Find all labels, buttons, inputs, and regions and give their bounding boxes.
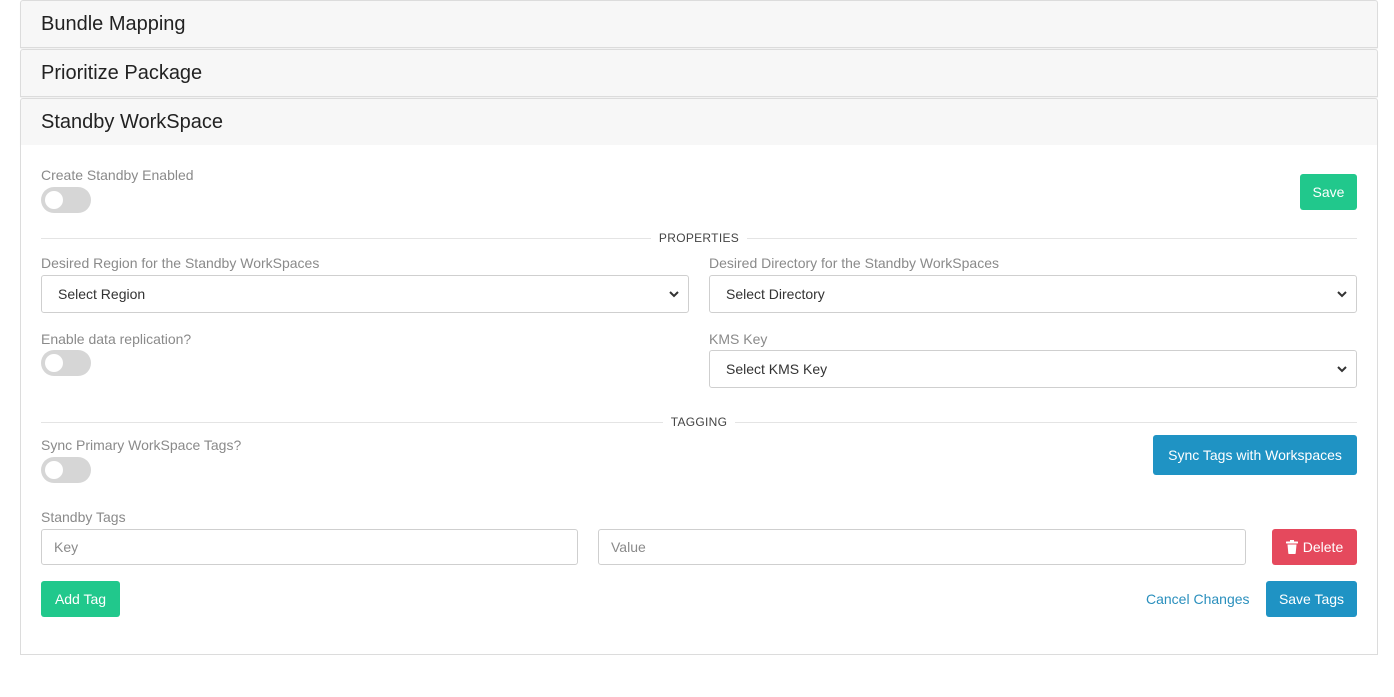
tagging-title: TAGGING: [670, 415, 728, 429]
trash-icon: [1285, 540, 1298, 554]
toggle-knob: [45, 191, 63, 209]
toggle-knob: [45, 461, 63, 479]
tagging-separator: TAGGING: [41, 415, 1357, 431]
kms-selected-value: Select KMS Key: [726, 361, 828, 377]
region-label: Desired Region for the Standby WorkSpace…: [41, 255, 320, 271]
tag-key-placeholder: Key: [54, 539, 79, 555]
sync-tags-toggle[interactable]: [41, 457, 91, 483]
accordion-title: Bundle Mapping: [41, 13, 186, 35]
accordion-title: Standby WorkSpace: [41, 111, 223, 133]
accordion-standby-workspace[interactable]: Standby WorkSpace: [20, 98, 1378, 146]
kms-label: KMS Key: [709, 331, 768, 347]
tag-value-placeholder: Value: [611, 539, 646, 555]
delete-tag-button[interactable]: Delete: [1272, 529, 1357, 565]
create-standby-label: Create Standby Enabled: [41, 167, 194, 183]
accordion-bundle-mapping[interactable]: Bundle Mapping: [20, 0, 1378, 48]
region-select[interactable]: Select Region: [41, 275, 689, 313]
region-selected-value: Select Region: [58, 286, 146, 302]
sync-tags-label: Sync Primary WorkSpace Tags?: [41, 437, 242, 453]
properties-title: PROPERTIES: [658, 231, 740, 245]
sync-tags-button[interactable]: Sync Tags with Workspaces: [1153, 435, 1357, 475]
delete-label: Delete: [1302, 539, 1344, 555]
standby-tags-label: Standby Tags: [41, 509, 126, 525]
create-standby-toggle[interactable]: [41, 187, 91, 213]
properties-separator: PROPERTIES: [41, 231, 1357, 247]
toggle-knob: [45, 354, 63, 372]
cancel-changes-link[interactable]: Cancel Changes: [1146, 591, 1250, 607]
kms-select[interactable]: Select KMS Key: [709, 350, 1357, 388]
tag-value-input[interactable]: Value: [598, 529, 1246, 565]
save-button[interactable]: Save: [1300, 174, 1357, 210]
standby-panel-body: Create Standby Enabled Save PROPERTIES D…: [20, 145, 1378, 655]
tag-key-input[interactable]: Key: [41, 529, 578, 565]
chevron-down-icon: [669, 291, 679, 298]
chevron-down-icon: [1337, 366, 1347, 373]
accordion-title: Prioritize Package: [41, 62, 203, 84]
save-tags-button[interactable]: Save Tags: [1266, 581, 1357, 617]
replication-toggle[interactable]: [41, 350, 91, 376]
directory-select[interactable]: Select Directory: [709, 275, 1357, 313]
chevron-down-icon: [1337, 291, 1347, 298]
directory-selected-value: Select Directory: [726, 286, 825, 302]
replication-label: Enable data replication?: [41, 331, 192, 347]
directory-label: Desired Directory for the Standby WorkSp…: [709, 255, 999, 271]
accordion-prioritize-package[interactable]: Prioritize Package: [20, 49, 1378, 97]
add-tag-button[interactable]: Add Tag: [41, 581, 120, 617]
